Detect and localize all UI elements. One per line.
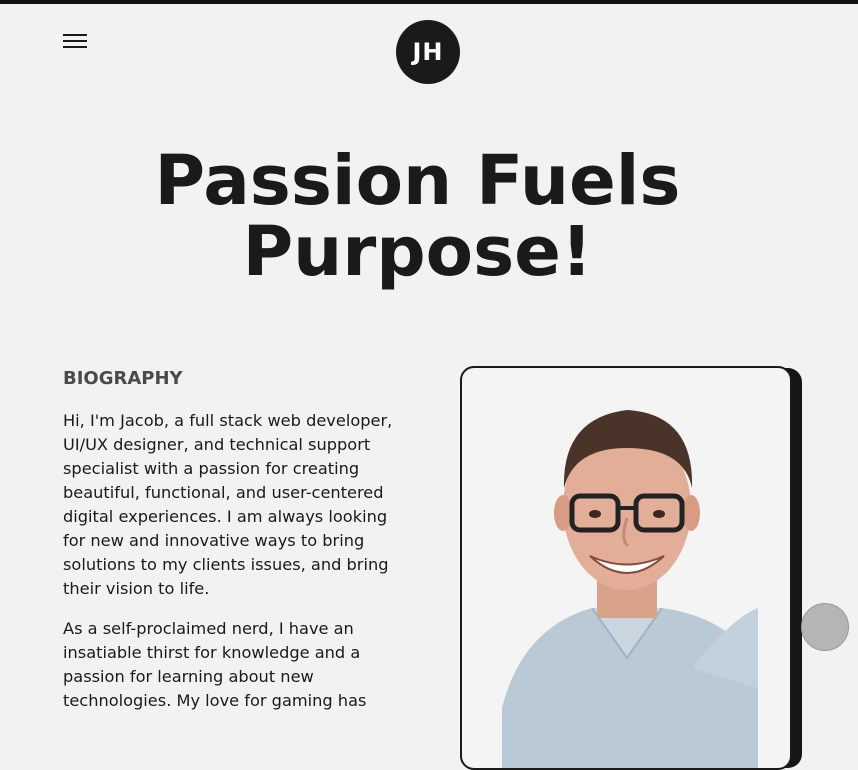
logo-text: JH <box>412 38 444 66</box>
hamburger-icon-line <box>63 40 87 42</box>
hero-title-line2: Purpose! <box>242 212 593 292</box>
hamburger-icon-line <box>63 46 87 48</box>
logo[interactable]: JH <box>396 20 460 84</box>
profile-photo-card <box>460 366 792 770</box>
biography-paragraph-1: Hi, I'm Jacob, a full stack web develope… <box>63 411 393 598</box>
biography-heading: BIOGRAPHY <box>63 368 183 389</box>
biography-text: Hi, I'm Jacob, a full stack web develope… <box>63 409 403 729</box>
top-border <box>0 0 858 4</box>
scroll-top-button[interactable] <box>801 603 849 651</box>
profile-photo <box>502 410 758 768</box>
hamburger-icon <box>63 34 87 36</box>
menu-button[interactable] <box>63 32 87 49</box>
hero-title-line1: Passion Fuels <box>154 141 681 221</box>
hero-title: Passion Fuels Purpose! <box>0 146 835 288</box>
biography-paragraph-2: As a self-proclaimed nerd, I have an ins… <box>63 619 367 710</box>
